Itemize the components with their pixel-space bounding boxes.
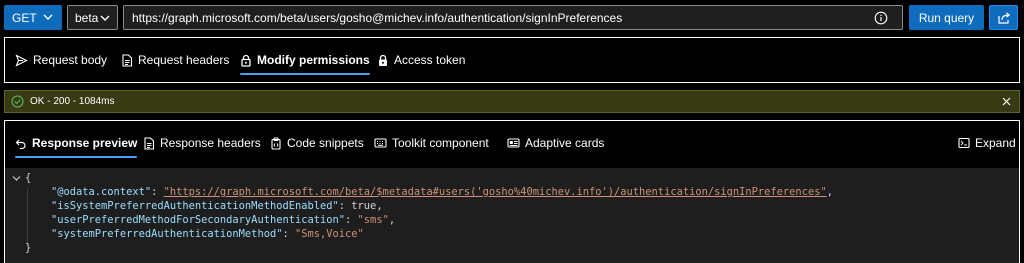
json-line: "userPreferredMethodForSecondaryAuthenti… <box>51 214 396 226</box>
tab-label: Adaptive cards <box>525 136 605 150</box>
tab-toolkit-component[interactable]: Toolkit component <box>374 121 489 165</box>
clipboard-icon <box>271 136 281 150</box>
share-icon <box>997 11 1010 24</box>
json-key: "userPreferredMethodForSecondaryAuthenti… <box>51 214 346 226</box>
version-label: beta <box>75 10 99 25</box>
tab-label: Request headers <box>138 53 230 67</box>
tab-label: Access token <box>394 53 466 67</box>
json-key: "isSystemPreferredAuthenticationMethodEn… <box>51 200 339 212</box>
chevron-down-icon <box>100 15 110 21</box>
json-value: "sms" <box>357 214 389 226</box>
tab-adaptive-cards[interactable]: Adaptive cards <box>507 121 604 165</box>
lock-icon <box>379 54 387 66</box>
json-close-brace: } <box>25 242 32 254</box>
version-dropdown[interactable]: beta <box>67 5 118 30</box>
chevron-down-icon <box>43 14 53 20</box>
json-key: "systemPreferredAuthenticationMethod" <box>51 228 283 240</box>
document-icon <box>122 53 133 67</box>
run-query-label: Run query <box>918 10 975 25</box>
response-json-viewer[interactable]: { "@odata.context": "https://graph.micro… <box>4 168 1020 263</box>
json-value-link[interactable]: "https://graph.microsoft.com/beta/$metad… <box>164 186 827 198</box>
tab-access-token[interactable]: Access token <box>377 38 465 82</box>
active-tab-indicator <box>15 156 138 158</box>
url-input[interactable]: https://graph.microsoft.com/beta/users/g… <box>123 5 903 30</box>
status-text: OK - 200 - 1084ms <box>30 96 115 107</box>
json-open-brace: { <box>25 172 32 184</box>
expand-label: Expand <box>975 136 1016 150</box>
checkmark-circle-icon <box>11 95 24 108</box>
keyboard-icon <box>374 138 387 148</box>
request-panel: Request body Request headers Modify perm… <box>4 37 1020 83</box>
json-key: "@odata.context" <box>51 186 152 198</box>
json-line: "isSystemPreferredAuthenticationMethodEn… <box>51 200 383 212</box>
tab-label: Request body <box>33 53 108 67</box>
tab-code-snippets[interactable]: Code snippets <box>270 121 364 165</box>
status-bar: OK - 200 - 1084ms <box>4 90 1020 113</box>
undo-arrow-icon <box>15 139 26 149</box>
tab-label: Modify permissions <box>257 53 370 67</box>
chevron-down-icon[interactable] <box>11 173 22 184</box>
tab-label: Code snippets <box>287 136 364 150</box>
response-panel: Response preview Response headers Code s… <box>4 120 1020 168</box>
send-icon <box>15 53 28 67</box>
run-query-button[interactable]: Run query <box>909 5 984 30</box>
tab-label: Response preview <box>32 136 138 150</box>
lock-icon <box>241 54 251 67</box>
json-line: "systemPreferredAuthenticationMethod": "… <box>51 228 364 240</box>
info-icon[interactable] <box>874 11 888 25</box>
query-bar: GET beta https://graph.microsoft.com/bet… <box>0 0 1024 36</box>
tab-label: Toolkit component <box>392 136 489 150</box>
json-comma: , <box>826 186 833 198</box>
json-line: "@odata.context": "https://graph.microso… <box>51 186 833 198</box>
close-icon[interactable] <box>1001 96 1012 107</box>
http-method-dropdown[interactable]: GET <box>4 5 62 30</box>
document-icon <box>144 136 155 150</box>
tab-response-headers[interactable]: Response headers <box>143 121 261 165</box>
url-value: https://graph.microsoft.com/beta/users/g… <box>132 10 623 25</box>
tab-modify-permissions[interactable]: Modify permissions <box>240 38 370 82</box>
tab-request-body[interactable]: Request body <box>15 38 107 82</box>
tab-response-preview[interactable]: Response preview <box>15 121 138 165</box>
json-value: true <box>351 200 377 212</box>
expand-icon <box>958 137 970 149</box>
indent-guide <box>27 189 28 245</box>
expand-button[interactable]: Expand <box>958 121 1016 165</box>
share-button[interactable] <box>989 5 1018 30</box>
active-tab-indicator <box>240 73 370 75</box>
json-value: "Sms,Voice" <box>294 228 364 240</box>
card-icon <box>507 138 520 148</box>
http-method-label: GET <box>12 10 37 25</box>
tab-label: Response headers <box>160 136 261 150</box>
json-comma: , <box>388 214 396 226</box>
json-comma: , <box>376 200 383 212</box>
tab-request-headers[interactable]: Request headers <box>121 38 229 82</box>
